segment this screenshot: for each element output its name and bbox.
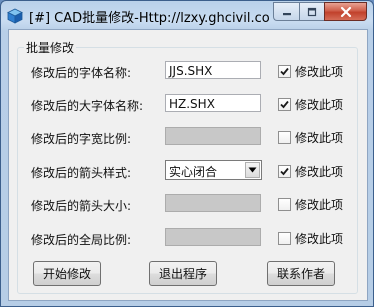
close-icon xyxy=(340,6,351,17)
arrow-size-input[interactable] xyxy=(165,194,261,212)
groupbox-title: 批量修改 xyxy=(24,39,77,56)
width-ratio-label: 修改后的字宽比例: xyxy=(31,132,132,146)
client-area: 批量修改 修改后的字体名称: JJS.SHX 修改此项 修改后的大字体名称: H… xyxy=(8,29,368,301)
exit-program-button[interactable]: 退出程序 xyxy=(149,261,217,286)
checkbox-label: 修改此项 xyxy=(295,198,344,212)
arrow-style-label: 修改后的箭头样式: xyxy=(31,166,132,180)
contact-author-button[interactable]: 联系作者 xyxy=(267,261,335,286)
checkbox-box[interactable] xyxy=(278,198,291,211)
window-title: [#] CAD批量修改-Http://lzxy.ghcivil.co... xyxy=(29,11,269,26)
checkbox-box[interactable] xyxy=(278,165,291,178)
big-font-name-label: 修改后的大字体名称: xyxy=(31,99,144,113)
checkmark-icon xyxy=(280,67,289,76)
global-scale-input[interactable] xyxy=(165,228,261,246)
checkbox-label: 修改此项 xyxy=(295,232,344,246)
title-bar[interactable]: [#] CAD批量修改-Http://lzxy.ghcivil.co... xyxy=(1,1,373,29)
global-scale-modify-checkbox[interactable]: 修改此项 xyxy=(278,230,343,247)
maximize-button[interactable] xyxy=(299,2,324,21)
big-font-name-input[interactable]: HZ.SHX xyxy=(165,94,261,112)
checkmark-icon xyxy=(280,100,289,109)
arrow-style-select[interactable]: 实心闭合 xyxy=(165,160,262,180)
global-scale-label: 修改后的全局比例: xyxy=(31,233,132,247)
arrow-style-modify-checkbox[interactable]: 修改此项 xyxy=(278,163,343,180)
checkmark-icon xyxy=(280,167,289,176)
width-ratio-input[interactable] xyxy=(165,127,261,145)
arrow-size-label: 修改后的箭头大小: xyxy=(31,199,132,213)
start-modify-button[interactable]: 开始修改 xyxy=(33,261,101,286)
font-name-modify-checkbox[interactable]: 修改此项 xyxy=(278,63,343,80)
checkbox-box[interactable] xyxy=(278,98,291,111)
caption-buttons xyxy=(273,2,367,21)
font-name-input[interactable]: JJS.SHX xyxy=(165,61,261,79)
checkbox-box[interactable] xyxy=(278,65,291,78)
arrow-size-modify-checkbox[interactable]: 修改此项 xyxy=(278,196,343,213)
big-font-name-modify-checkbox[interactable]: 修改此项 xyxy=(278,96,343,113)
minimize-icon xyxy=(282,12,291,15)
arrow-style-selected-value: 实心闭合 xyxy=(169,165,218,179)
chevron-down-icon[interactable] xyxy=(245,162,260,178)
checkbox-label: 修改此项 xyxy=(295,65,344,79)
checkbox-box[interactable] xyxy=(278,232,291,245)
maximize-icon xyxy=(307,7,317,16)
app-cube-icon xyxy=(7,8,23,24)
close-button[interactable] xyxy=(324,2,367,21)
checkbox-label: 修改此项 xyxy=(295,165,344,179)
width-ratio-modify-checkbox[interactable]: 修改此项 xyxy=(278,129,343,146)
checkbox-label: 修改此项 xyxy=(295,131,344,145)
checkbox-box[interactable] xyxy=(278,131,291,144)
app-window: [#] CAD批量修改-Http://lzxy.ghcivil.co... 批量… xyxy=(0,0,374,307)
checkbox-label: 修改此项 xyxy=(295,98,344,112)
minimize-button[interactable] xyxy=(273,2,299,21)
font-name-label: 修改后的字体名称: xyxy=(31,66,132,80)
